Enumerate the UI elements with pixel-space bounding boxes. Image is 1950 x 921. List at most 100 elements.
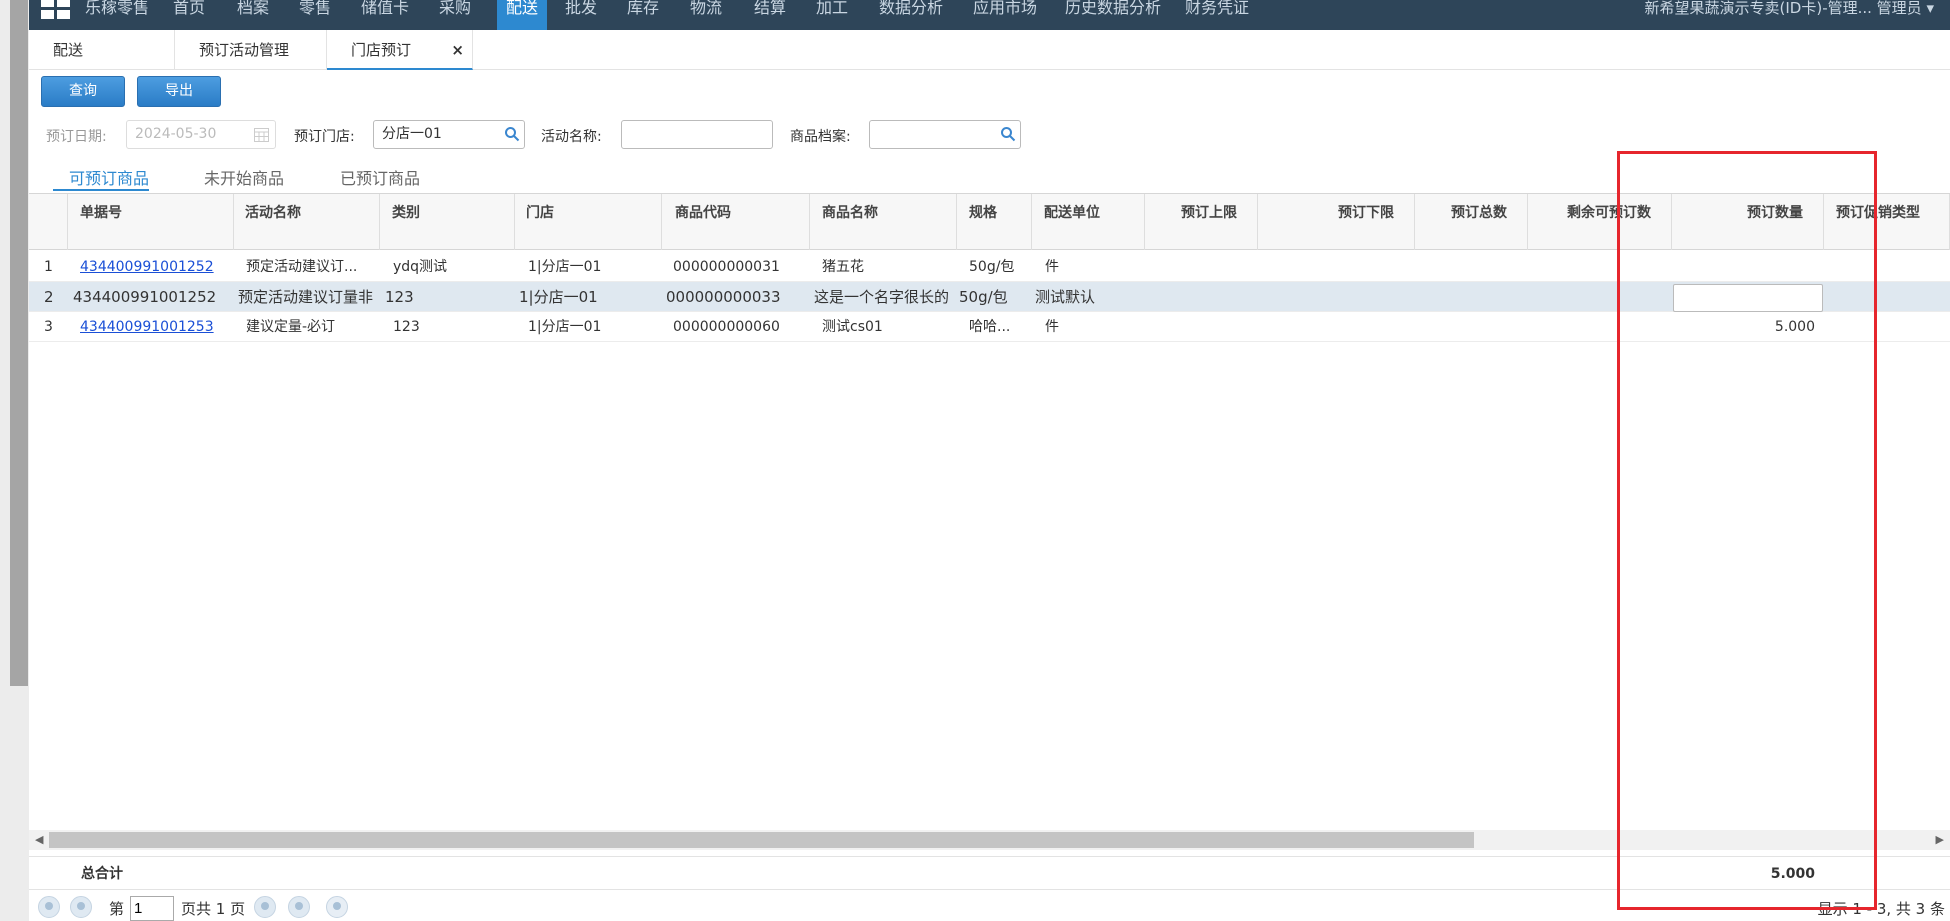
activity-name-label: 活动名称: (541, 129, 602, 145)
calendar-icon (254, 128, 269, 142)
subtab-not-started-products[interactable]: 未开始商品 (204, 165, 284, 191)
doc-number-link[interactable]: 434400991001252 (80, 252, 214, 282)
search-icon[interactable] (1000, 126, 1016, 142)
nav-purchase[interactable]: 采购 (439, 0, 471, 30)
nav-data-analysis[interactable]: 数据分析 (879, 0, 943, 30)
activity-name-cell: 建议定量-必订 (246, 319, 336, 335)
booking-date-field: 2024-05-30 (126, 120, 276, 149)
header-store[interactable]: 门店 (515, 194, 662, 250)
previous-page-icon[interactable] (70, 896, 92, 918)
tab-label: 配送 (53, 41, 84, 59)
row-number: 1 (44, 259, 53, 275)
chevron-down-icon: ▾ (1926, 0, 1934, 17)
user-info-text: 新希望果蔬演示专卖(ID卡)-管理... 管理员 (1644, 0, 1922, 17)
header-row-number (29, 194, 68, 250)
tab-booking-activity-management[interactable]: 预订活动管理 (175, 30, 327, 70)
refresh-icon[interactable] (326, 896, 348, 918)
product-name-cell: 测试cs01 (822, 319, 883, 335)
nav-archive[interactable]: 档案 (237, 0, 269, 30)
store-cell: 1|分店一01 (528, 259, 602, 275)
tab-distribution[interactable]: 配送 (29, 30, 175, 70)
header-doc-number[interactable]: 单据号 (68, 194, 234, 250)
first-page-icon[interactable] (38, 896, 60, 918)
booking-store-label: 预订门店: (294, 129, 355, 145)
nav-home[interactable]: 首页 (173, 0, 205, 30)
scroll-right-arrow-icon[interactable]: ▶ (1936, 833, 1944, 846)
category-cell: ydq测试 (393, 259, 448, 275)
app-grid-icon[interactable] (41, 0, 71, 20)
nav-brand[interactable]: 乐稼零售 (85, 0, 149, 30)
tab-store-booking[interactable]: 门店预订 × (327, 30, 473, 70)
close-icon[interactable]: × (451, 30, 464, 70)
nav-app-market[interactable]: 应用市场 (973, 0, 1037, 30)
header-delivery-unit[interactable]: 配送单位 (1032, 194, 1145, 250)
header-category[interactable]: 类别 (380, 194, 515, 250)
header-product-name[interactable]: 商品名称 (810, 194, 957, 250)
nav-retail[interactable]: 零售 (299, 0, 331, 30)
category-cell: 123 (393, 319, 420, 335)
top-navigation: 乐稼零售 首页 档案 零售 储值卡 采购 配送 批发 库存 物流 结算 加工 数… (29, 0, 1950, 30)
nav-distribution[interactable]: 配送 (497, 0, 548, 30)
product-code-cell: 000000000060 (673, 319, 780, 335)
spec-cell: 50g/包 (969, 259, 1015, 275)
row-number: 2 (44, 288, 54, 306)
subtab-booked-products[interactable]: 已预订商品 (340, 165, 420, 191)
query-button[interactable]: 查询 (41, 76, 125, 107)
totals-label: 总合计 (81, 866, 123, 882)
category-cell: 123 (385, 288, 414, 306)
header-booking-lower-limit[interactable]: 预订下限 (1258, 194, 1415, 250)
unit-cell: 件 (1045, 319, 1059, 335)
header-activity-name[interactable]: 活动名称 (234, 194, 380, 250)
search-icon[interactable] (504, 126, 520, 142)
nav-inventory[interactable]: 库存 (627, 0, 659, 30)
last-page-icon[interactable] (288, 896, 310, 918)
spec-cell: 哈哈... (969, 319, 1011, 335)
booking-store-field[interactable]: 分店一01 (373, 120, 525, 149)
nav-processing[interactable]: 加工 (816, 0, 848, 30)
header-product-code[interactable]: 商品代码 (662, 194, 810, 250)
next-page-icon[interactable] (254, 896, 276, 918)
nav-settlement[interactable]: 结算 (754, 0, 786, 30)
header-booking-upper-limit[interactable]: 预订上限 (1145, 194, 1258, 250)
unit-cell: 测试默认 (1035, 288, 1096, 306)
tab-label: 门店预订 (351, 41, 412, 59)
scrollbar-thumb[interactable] (49, 832, 1474, 848)
page-number-input[interactable] (130, 896, 174, 921)
booking-date-label: 预订日期: (46, 129, 107, 145)
highlight-box (1617, 151, 1877, 910)
header-spec[interactable]: 规格 (957, 194, 1032, 250)
nav-finance-voucher[interactable]: 财务凭证 (1185, 0, 1249, 30)
product-archive-field[interactable] (869, 120, 1021, 149)
nav-logistics[interactable]: 物流 (690, 0, 722, 30)
activity-name-input[interactable] (621, 120, 773, 149)
doc-number-text: 434400991001252 (80, 259, 214, 275)
header-booking-total[interactable]: 预订总数 (1415, 194, 1528, 250)
booking-date-value: 2024-05-30 (135, 126, 217, 142)
row-number: 3 (44, 319, 53, 335)
nav-wholesale[interactable]: 批发 (565, 0, 597, 30)
scroll-left-arrow-icon[interactable]: ◀ (35, 833, 43, 846)
page-prefix: 第 (109, 900, 125, 918)
page-tab-bar: 配送 预订活动管理 门店预订 × (29, 30, 1950, 70)
product-name-cell: 这是一个名字很长的 (814, 288, 950, 306)
store-cell: 1|分店一01 (519, 288, 598, 306)
subtab-bookable-products[interactable]: 可预订商品 (53, 165, 149, 191)
product-archive-label: 商品档案: (790, 129, 851, 145)
user-account-menu[interactable]: 新希望果蔬演示专卖(ID卡)-管理... 管理员 ▾ (1645, 0, 1934, 16)
unit-cell: 件 (1045, 259, 1059, 275)
product-code-cell: 000000000031 (673, 259, 780, 275)
spec-cell: 50g/包 (959, 288, 1008, 306)
page-total-text: 页共 1 页 (181, 900, 246, 918)
doc-number-text: 434400991001253 (80, 319, 214, 335)
tab-label: 预订活动管理 (199, 41, 290, 59)
nav-stored-value-card[interactable]: 储值卡 (361, 0, 409, 30)
nav-history-analysis[interactable]: 历史数据分析 (1065, 0, 1161, 30)
booking-store-value: 分店一01 (382, 126, 442, 142)
vertical-scrollbar[interactable] (10, 0, 28, 686)
store-cell: 1|分店一01 (528, 319, 602, 335)
export-button[interactable]: 导出 (137, 76, 221, 107)
activity-name-cell: 预定活动建议订... (246, 259, 358, 275)
activity-name-cell: 预定活动建议订量非 (238, 288, 374, 306)
doc-number-cell[interactable]: 434400991001252 (73, 282, 216, 312)
doc-number-link[interactable]: 434400991001253 (80, 312, 214, 342)
